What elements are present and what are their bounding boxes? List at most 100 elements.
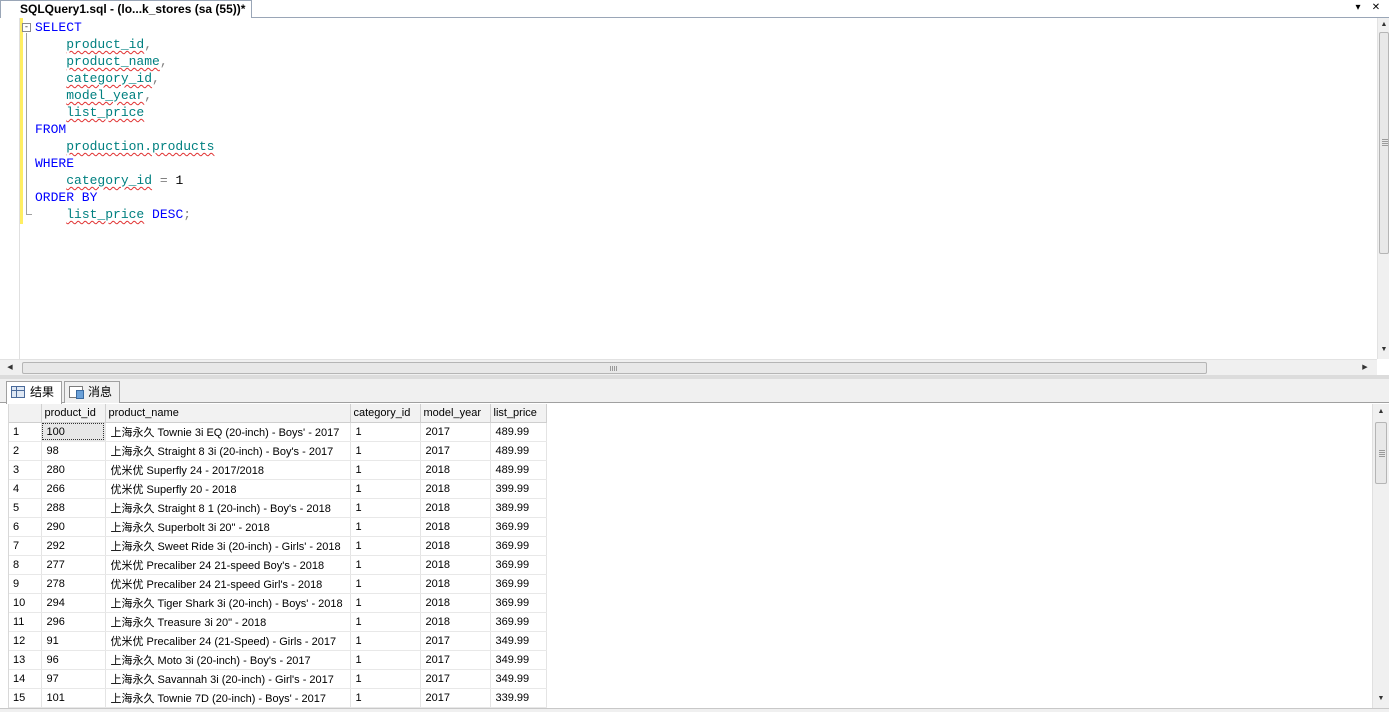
row-number[interactable]: 5 bbox=[9, 498, 42, 518]
cell-model-year[interactable]: 2018 bbox=[420, 498, 491, 518]
code-line[interactable]: WHERE bbox=[35, 155, 214, 172]
cell-list-price[interactable]: 369.99 bbox=[490, 555, 547, 575]
code-line[interactable]: SELECT bbox=[35, 19, 214, 36]
row-number[interactable]: 12 bbox=[9, 631, 42, 651]
cell-product-name[interactable]: 优米优 Superfly 24 - 2017/2018 bbox=[105, 460, 351, 480]
cell-product-id[interactable]: 278 bbox=[41, 574, 106, 594]
cell-list-price[interactable]: 389.99 bbox=[490, 498, 547, 518]
cell-product-name[interactable]: 上海永久 Treasure 3i 20" - 2018 bbox=[105, 612, 351, 632]
table-row[interactable]: 8 277 优米优 Precaliber 24 21-speed Boy's - 2… bbox=[9, 555, 547, 575]
cell-product-id[interactable]: 91 bbox=[41, 631, 106, 651]
scroll-up-icon[interactable]: ▲ bbox=[1378, 19, 1389, 31]
row-number[interactable]: 1 bbox=[9, 422, 42, 442]
grid-scroll-up-icon[interactable]: ▲ bbox=[1375, 406, 1387, 418]
cell-category-id[interactable]: 1 bbox=[350, 669, 421, 689]
cell-category-id[interactable]: 1 bbox=[350, 460, 421, 480]
close-tab-icon[interactable]: ✕ bbox=[1369, 0, 1383, 16]
column-header-list-price[interactable]: list_price bbox=[490, 404, 547, 423]
table-row[interactable]: 9 278 优米优 Precaliber 24 21-speed Girl's - … bbox=[9, 574, 547, 594]
code-line[interactable]: model_year, bbox=[35, 87, 214, 104]
cell-product-id[interactable]: 296 bbox=[41, 612, 106, 632]
cell-product-name[interactable]: 优米优 Superfly 20 - 2018 bbox=[105, 479, 351, 499]
column-header-category-id[interactable]: category_id bbox=[350, 404, 421, 423]
cell-category-id[interactable]: 1 bbox=[350, 631, 421, 651]
cell-product-id[interactable]: 292 bbox=[41, 536, 106, 556]
row-number[interactable]: 9 bbox=[9, 574, 42, 594]
cell-product-id[interactable]: 96 bbox=[41, 650, 106, 670]
scroll-down-icon[interactable]: ▼ bbox=[1378, 344, 1389, 356]
column-header-model-year[interactable]: model_year bbox=[420, 404, 491, 423]
cell-category-id[interactable]: 1 bbox=[350, 650, 421, 670]
table-row[interactable]: 1 100 上海永久 Townie 3i EQ (20-inch) - Boys' … bbox=[9, 422, 547, 442]
row-number[interactable]: 14 bbox=[9, 669, 42, 689]
code-line[interactable]: product_name, bbox=[35, 53, 214, 70]
cell-model-year[interactable]: 2018 bbox=[420, 593, 491, 613]
grid-scroll-down-icon[interactable]: ▼ bbox=[1375, 693, 1387, 705]
grid-vertical-scrollbar[interactable]: ▲ ▼ bbox=[1372, 404, 1389, 708]
cell-product-id[interactable]: 277 bbox=[41, 555, 106, 575]
code-line[interactable]: category_id, bbox=[35, 70, 214, 87]
code-line[interactable]: ORDER BY bbox=[35, 189, 214, 206]
cell-model-year[interactable]: 2018 bbox=[420, 574, 491, 594]
sql-code[interactable]: SELECT product_id, product_name, categor… bbox=[35, 19, 214, 223]
tab-list-dropdown-icon[interactable]: ▾ bbox=[1351, 0, 1365, 16]
grid-vertical-scroll-thumb[interactable] bbox=[1375, 422, 1387, 484]
cell-list-price[interactable]: 489.99 bbox=[490, 422, 547, 442]
cell-product-id[interactable]: 97 bbox=[41, 669, 106, 689]
cell-product-id[interactable]: 288 bbox=[41, 498, 106, 518]
cell-category-id[interactable]: 1 bbox=[350, 593, 421, 613]
cell-model-year[interactable]: 2017 bbox=[420, 669, 491, 689]
column-header-product-name[interactable]: product_name bbox=[105, 404, 351, 423]
code-line[interactable]: product_id, bbox=[35, 36, 214, 53]
editor-horizontal-scroll-thumb[interactable] bbox=[22, 362, 1207, 374]
table-row[interactable]: 6 290 上海永久 Superbolt 3i 20" - 2018 1 2018 369… bbox=[9, 517, 547, 537]
table-row[interactable]: 12 91 优米优 Precaliber 24 (21-Speed) - Girls… bbox=[9, 631, 547, 651]
cell-product-id[interactable]: 100 bbox=[41, 422, 106, 442]
cell-category-id[interactable]: 1 bbox=[350, 479, 421, 499]
row-number[interactable]: 13 bbox=[9, 650, 42, 670]
cell-model-year[interactable]: 2017 bbox=[420, 631, 491, 651]
table-row[interactable]: 14 97 上海永久 Savannah 3i (20-inch) - Girl's … bbox=[9, 669, 547, 689]
cell-model-year[interactable]: 2018 bbox=[420, 555, 491, 575]
table-row[interactable]: 11 296 上海永久 Treasure 3i 20" - 2018 1 2018 369… bbox=[9, 612, 547, 632]
cell-product-id[interactable]: 98 bbox=[41, 441, 106, 461]
code-line[interactable]: list_price DESC; bbox=[35, 206, 214, 223]
row-number[interactable]: 2 bbox=[9, 441, 42, 461]
cell-product-name[interactable]: 上海永久 Moto 3i (20-inch) - Boy's - 2017 bbox=[105, 650, 351, 670]
row-number[interactable]: 7 bbox=[9, 536, 42, 556]
cell-list-price[interactable]: 349.99 bbox=[490, 631, 547, 651]
cell-product-name[interactable]: 优米优 Precaliber 24 (21-Speed) - Girls - 2… bbox=[105, 631, 351, 651]
editor-horizontal-scrollbar[interactable]: ◀ ▶ bbox=[0, 359, 1377, 375]
cell-list-price[interactable]: 369.99 bbox=[490, 517, 547, 537]
scroll-right-icon[interactable]: ▶ bbox=[1359, 362, 1371, 374]
cell-product-id[interactable]: 294 bbox=[41, 593, 106, 613]
row-number[interactable]: 15 bbox=[9, 688, 42, 708]
table-row[interactable]: 4 266 优米优 Superfly 20 - 2018 1 2018 399.99 bbox=[9, 479, 547, 499]
cell-list-price[interactable]: 489.99 bbox=[490, 460, 547, 480]
cell-category-id[interactable]: 1 bbox=[350, 536, 421, 556]
cell-category-id[interactable]: 1 bbox=[350, 498, 421, 518]
table-row[interactable]: 3 280 优米优 Superfly 24 - 2017/2018 1 2018 489.… bbox=[9, 460, 547, 480]
cell-product-id[interactable]: 266 bbox=[41, 479, 106, 499]
cell-product-name[interactable]: 上海永久 Straight 8 3i (20-inch) - Boy's - 2… bbox=[105, 441, 351, 461]
editor-vertical-scrollbar[interactable]: ▲ ▼ bbox=[1377, 18, 1389, 359]
tab-results[interactable]: 结果 bbox=[6, 381, 63, 404]
cell-list-price[interactable]: 399.99 bbox=[490, 479, 547, 499]
cell-list-price[interactable]: 369.99 bbox=[490, 612, 547, 632]
query-document-tab[interactable]: SQLQuery1.sql - (lo...k_stores (sa (55))… bbox=[0, 0, 253, 18]
cell-list-price[interactable]: 369.99 bbox=[490, 574, 547, 594]
cell-product-name[interactable]: 上海永久 Sweet Ride 3i (20-inch) - Girls' - … bbox=[105, 536, 351, 556]
cell-model-year[interactable]: 2017 bbox=[420, 650, 491, 670]
cell-product-id[interactable]: 280 bbox=[41, 460, 106, 480]
cell-category-id[interactable]: 1 bbox=[350, 441, 421, 461]
cell-model-year[interactable]: 2018 bbox=[420, 612, 491, 632]
cell-list-price[interactable]: 369.99 bbox=[490, 536, 547, 556]
cell-category-id[interactable]: 1 bbox=[350, 555, 421, 575]
code-line[interactable]: FROM bbox=[35, 121, 214, 138]
column-header-product-id[interactable]: product_id bbox=[41, 404, 106, 423]
cell-list-price[interactable]: 369.99 bbox=[490, 593, 547, 613]
cell-model-year[interactable]: 2018 bbox=[420, 460, 491, 480]
cell-category-id[interactable]: 1 bbox=[350, 688, 421, 708]
row-number[interactable]: 3 bbox=[9, 460, 42, 480]
cell-model-year[interactable]: 2017 bbox=[420, 688, 491, 708]
